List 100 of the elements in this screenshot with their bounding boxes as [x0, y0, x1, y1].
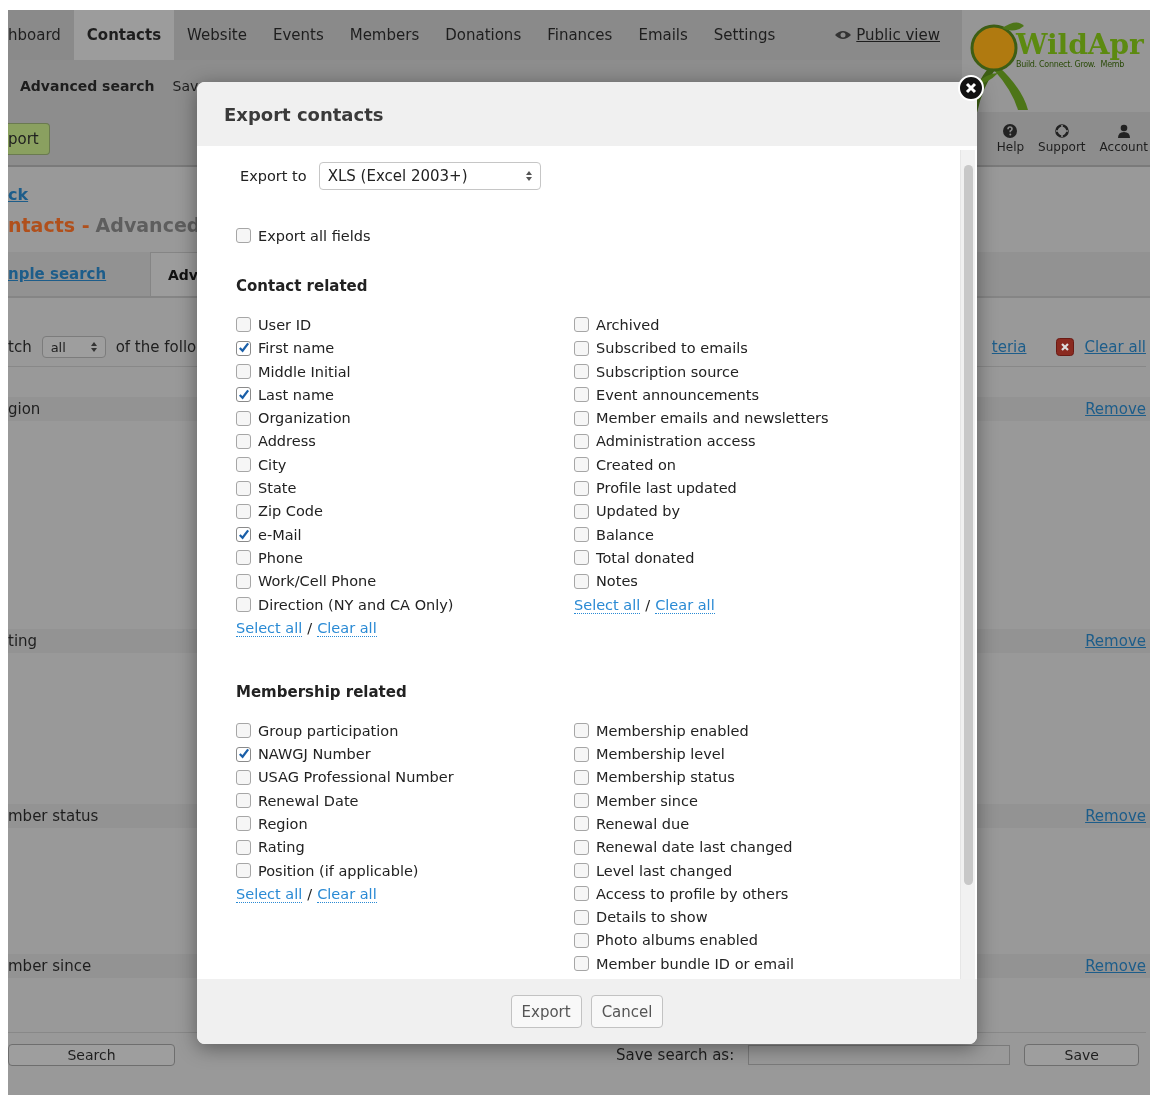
checkbox-item[interactable]: Member emails and newsletters — [574, 406, 829, 430]
format-select[interactable]: XLS (Excel 2003+) — [318, 162, 541, 190]
checkbox-item[interactable]: Group participation — [236, 719, 399, 743]
nav-tab[interactable]: Events — [259, 10, 337, 60]
clear-icon — [1056, 338, 1075, 356]
nav-tab[interactable]: Donations — [432, 10, 535, 60]
checkbox-item[interactable]: Renewal due — [574, 812, 690, 836]
dialog-title: Export contacts — [224, 103, 384, 125]
logo-wordmark: WildApr — [1016, 30, 1144, 60]
checkbox-item[interactable]: Organization — [236, 406, 351, 430]
checkbox-item[interactable]: NAWGJ Number — [236, 742, 371, 766]
checkbox-item[interactable]: Notes — [574, 569, 638, 593]
checkbox-item[interactable]: Administration access — [574, 429, 756, 454]
export-to-label: Export to — [240, 168, 307, 184]
checkbox-item[interactable]: Member since — [574, 789, 698, 813]
checkbox-item[interactable]: Membership level — [574, 742, 725, 766]
nav-tab[interactable]: hboard — [8, 10, 74, 60]
toolbar-action[interactable]: Support — [1038, 123, 1086, 154]
toolbar-button[interactable]: port — [8, 122, 50, 155]
checkbox-item[interactable]: Total donated — [574, 546, 695, 570]
subnav-link[interactable]: Sav — [172, 78, 199, 94]
nav-tab[interactable]: Members — [336, 10, 433, 60]
logo-tagline: Build. Connect. Grow. — [1016, 60, 1096, 69]
criterion-label: gion — [8, 400, 41, 418]
checkbox-item[interactable]: State — [236, 476, 297, 500]
separator: / — [645, 596, 651, 614]
checkbox-item[interactable]: Last name — [236, 383, 334, 407]
checkbox-item[interactable]: Direction (NY and CA Only) — [236, 592, 454, 617]
checkmark-icon — [237, 387, 250, 402]
subnav-title: Advanced search — [20, 78, 155, 94]
checkbox-item[interactable]: Position (if applicable) — [236, 858, 419, 883]
checkbox-item[interactable]: USAG Professional Number — [236, 765, 454, 790]
criterion-label: mber since — [8, 957, 92, 975]
nav-tab[interactable]: Contacts — [73, 10, 175, 60]
checkbox-item[interactable]: Profile last updated — [574, 476, 737, 500]
checkbox-item[interactable]: User ID — [236, 313, 312, 337]
toolbar-action[interactable]: Account — [1099, 123, 1148, 154]
checkbox-item[interactable]: Created on — [574, 453, 677, 477]
match-select[interactable]: all — [41, 336, 106, 358]
separator: / — [307, 886, 313, 904]
section-title: Membership related — [236, 683, 407, 702]
logo-tagline: Memb — [1100, 60, 1125, 69]
select-all-link[interactable]: Select all — [236, 620, 303, 638]
nav-tab[interactable]: Website — [174, 10, 260, 60]
checkbox-item[interactable]: Renewal Date — [236, 789, 359, 813]
select-all-link[interactable]: Select all — [574, 596, 641, 614]
page-title: Advanced — [95, 214, 201, 236]
clear-all-link[interactable]: Clear all — [317, 620, 377, 638]
checkbox-item[interactable]: Photo albums enabled — [574, 928, 758, 953]
nav-tab[interactable]: Emails — [625, 10, 701, 60]
select-arrows-icon — [90, 342, 97, 352]
scrollbar[interactable] — [960, 150, 975, 979]
checkbox-item[interactable]: Archived — [574, 313, 660, 337]
checkbox-item[interactable]: City — [236, 453, 287, 477]
checkbox-item[interactable]: Membership status — [574, 765, 735, 790]
dialog-button[interactable]: Cancel — [590, 995, 664, 1028]
checkbox-item[interactable]: Renewal date last changed — [574, 835, 793, 859]
checkbox-item[interactable]: Export all fields — [236, 224, 371, 248]
nav-tab[interactable]: Finances — [534, 10, 626, 60]
criterion-label: ting — [8, 632, 38, 650]
eye-icon — [835, 30, 852, 40]
checkbox-item[interactable]: Middle Initial — [236, 359, 351, 384]
page-title-prefix: ntacts - — [8, 214, 90, 236]
checkbox-item[interactable]: Phone — [236, 546, 303, 570]
select-all-link[interactable]: Select all — [236, 886, 303, 904]
checkbox-item[interactable]: Details to show — [574, 905, 708, 929]
checkbox-item[interactable]: Subscription source — [574, 359, 739, 384]
match-label: of the follo — [115, 338, 197, 356]
checkbox-item[interactable]: Event announcements — [574, 383, 760, 407]
checkbox-item[interactable]: First name — [236, 336, 335, 360]
save-button[interactable]: Save — [1024, 1044, 1140, 1066]
help-icon — [1003, 123, 1018, 138]
nav-tab[interactable]: Settings — [700, 10, 789, 60]
checkmark-icon — [237, 527, 250, 542]
checkbox-item[interactable]: Balance — [574, 522, 654, 547]
checkbox-item[interactable]: Level last changed — [574, 858, 733, 883]
lifebuoy-icon — [1054, 123, 1069, 138]
checkbox-item[interactable]: Access to profile by others — [574, 882, 789, 906]
section-title: Contact related — [236, 277, 368, 296]
checkbox-item[interactable]: Address — [236, 429, 316, 454]
match-label: tch — [8, 338, 32, 356]
checkbox-item[interactable]: Membership enabled — [574, 719, 749, 743]
search-button[interactable]: Search — [8, 1044, 175, 1066]
dialog-button[interactable]: Export — [510, 995, 582, 1028]
public-view-link[interactable]: Public view — [835, 10, 940, 60]
save-search-field[interactable] — [748, 1045, 1011, 1065]
checkbox-item[interactable]: Member bundle ID or email — [574, 952, 795, 976]
clear-all-link[interactable]: Clear all — [655, 596, 715, 614]
separator: / — [307, 620, 313, 638]
checkbox-item[interactable]: Zip Code — [236, 499, 323, 523]
person-icon — [1116, 123, 1131, 138]
checkbox-item[interactable]: Updated by — [574, 499, 681, 523]
toolbar-action[interactable]: Help — [996, 123, 1025, 154]
checkbox-item[interactable]: Work/Cell Phone — [236, 569, 377, 593]
select-arrows-icon — [525, 171, 532, 181]
clear-all-link[interactable]: Clear all — [317, 886, 377, 904]
checkbox-item[interactable]: e-Mail — [236, 522, 302, 547]
checkbox-item[interactable]: Region — [236, 812, 308, 836]
checkbox-item[interactable]: Rating — [236, 835, 305, 859]
checkbox-item[interactable]: Subscribed to emails — [574, 336, 748, 360]
